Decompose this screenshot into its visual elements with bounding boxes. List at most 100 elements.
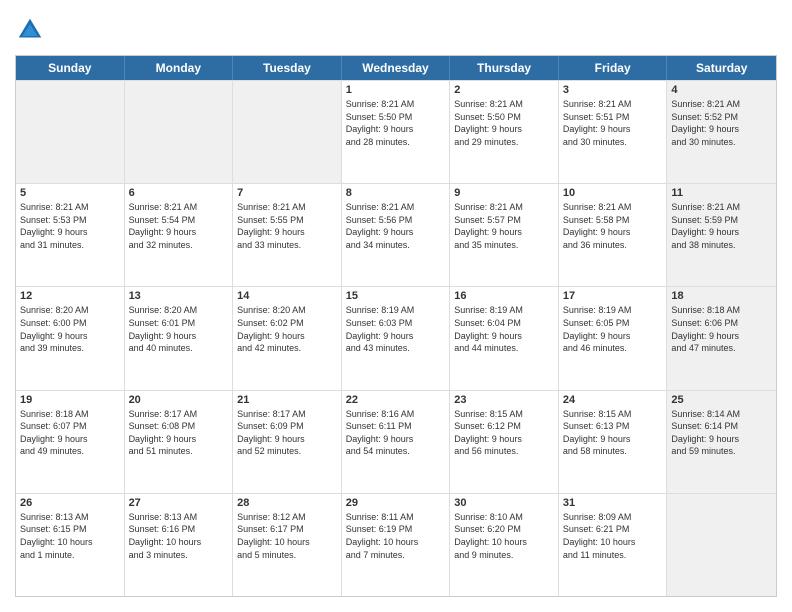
day-cell-4: 4 Sunrise: 8:21 AMSunset: 5:52 PMDaylight… — [667, 81, 776, 183]
day-number: 10 — [563, 187, 663, 199]
header-day-saturday: Saturday — [667, 56, 776, 80]
cell-info: Sunrise: 8:20 AMSunset: 6:00 PMDaylight:… — [20, 304, 120, 354]
day-cell-19: 19Sunrise: 8:18 AMSunset: 6:07 PMDayligh… — [16, 391, 125, 493]
cell-info: Sunrise: 8:21 AMSunset: 5:54 PMDaylight:… — [129, 201, 229, 251]
day-cell-14: 14 Sunrise: 8:20 AMSunset: 6:02 PMDayligh… — [233, 287, 342, 389]
cell-info: Sunrise: 8:12 AMSunset: 6:17 PMDaylight:… — [237, 511, 337, 561]
day-cell-31: 31 Sunrise: 8:09 AMSunset: 6:21 PMDayligh… — [559, 494, 668, 596]
cell-info: Sunrise: 8:21 AMSunset: 5:50 PMDaylight:… — [346, 98, 446, 148]
day-number: 27 — [129, 497, 229, 509]
header-day-thursday: Thursday — [450, 56, 559, 80]
calendar-body: 1 Sunrise: 8:21 AMSunset: 5:50 PMDaylight… — [16, 80, 776, 596]
day-number: 23 — [454, 394, 554, 406]
calendar-row-0: 1 Sunrise: 8:21 AMSunset: 5:50 PMDaylight… — [16, 80, 776, 183]
cell-info: Sunrise: 8:19 AMSunset: 6:05 PMDaylight:… — [563, 304, 663, 354]
day-number: 6 — [129, 187, 229, 199]
day-cell-13: 13 Sunrise: 8:20 AMSunset: 6:01 PMDayligh… — [125, 287, 234, 389]
day-number: 9 — [454, 187, 554, 199]
day-cell-1: 1 Sunrise: 8:21 AMSunset: 5:50 PMDaylight… — [342, 81, 451, 183]
day-number: 16 — [454, 290, 554, 302]
day-cell-16: 16 Sunrise: 8:19 AMSunset: 6:04 PMDayligh… — [450, 287, 559, 389]
header-day-friday: Friday — [559, 56, 668, 80]
day-cell-12: 12Sunrise: 8:20 AMSunset: 6:00 PMDayligh… — [16, 287, 125, 389]
cell-info: Sunrise: 8:21 AMSunset: 5:59 PMDaylight:… — [671, 201, 772, 251]
day-number: 18 — [671, 290, 772, 302]
day-cell-3: 3 Sunrise: 8:21 AMSunset: 5:51 PMDaylight… — [559, 81, 668, 183]
day-number: 15 — [346, 290, 446, 302]
day-number: 3 — [563, 84, 663, 96]
day-cell-17: 17 Sunrise: 8:19 AMSunset: 6:05 PMDayligh… — [559, 287, 668, 389]
cell-info: Sunrise: 8:13 AMSunset: 6:15 PMDaylight:… — [20, 511, 120, 561]
day-number: 13 — [129, 290, 229, 302]
day-cell-23: 23 Sunrise: 8:15 AMSunset: 6:12 PMDayligh… — [450, 391, 559, 493]
calendar-row-4: 26 Sunrise: 8:13 AMSunset: 6:15 PMDayligh… — [16, 493, 776, 596]
cell-info: Sunrise: 8:15 AMSunset: 6:12 PMDaylight:… — [454, 408, 554, 458]
empty-cell-0-0 — [16, 81, 125, 183]
day-number: 5 — [20, 187, 120, 199]
day-number: 21 — [237, 394, 337, 406]
day-cell-20: 20Sunrise: 8:17 AMSunset: 6:08 PMDayligh… — [125, 391, 234, 493]
day-number: 22 — [346, 394, 446, 406]
header-day-sunday: Sunday — [16, 56, 125, 80]
day-cell-21: 21 Sunrise: 8:17 AMSunset: 6:09 PMDayligh… — [233, 391, 342, 493]
cell-info: Sunrise: 8:17 AMSunset: 6:08 PMDaylight:… — [129, 408, 229, 458]
logo — [15, 15, 49, 45]
cell-info: Sunrise: 8:18 AMSunset: 6:07 PMDaylight:… — [20, 408, 120, 458]
cell-info: Sunrise: 8:21 AMSunset: 5:51 PMDaylight:… — [563, 98, 663, 148]
day-number: 25 — [671, 394, 772, 406]
day-cell-10: 10 Sunrise: 8:21 AMSunset: 5:58 PMDayligh… — [559, 184, 668, 286]
cell-info: Sunrise: 8:15 AMSunset: 6:13 PMDaylight:… — [563, 408, 663, 458]
calendar-row-3: 19Sunrise: 8:18 AMSunset: 6:07 PMDayligh… — [16, 390, 776, 493]
cell-info: Sunrise: 8:21 AMSunset: 5:52 PMDaylight:… — [671, 98, 772, 148]
day-number: 11 — [671, 187, 772, 199]
cell-info: Sunrise: 8:19 AMSunset: 6:03 PMDaylight:… — [346, 304, 446, 354]
cell-info: Sunrise: 8:20 AMSunset: 6:02 PMDaylight:… — [237, 304, 337, 354]
day-number: 8 — [346, 187, 446, 199]
header-day-tuesday: Tuesday — [233, 56, 342, 80]
cell-info: Sunrise: 8:10 AMSunset: 6:20 PMDaylight:… — [454, 511, 554, 561]
cell-info: Sunrise: 8:17 AMSunset: 6:09 PMDaylight:… — [237, 408, 337, 458]
cell-info: Sunrise: 8:21 AMSunset: 5:55 PMDaylight:… — [237, 201, 337, 251]
day-cell-24: 24 Sunrise: 8:15 AMSunset: 6:13 PMDayligh… — [559, 391, 668, 493]
cell-info: Sunrise: 8:11 AMSunset: 6:19 PMDaylight:… — [346, 511, 446, 561]
day-cell-15: 15 Sunrise: 8:19 AMSunset: 6:03 PMDayligh… — [342, 287, 451, 389]
day-number: 24 — [563, 394, 663, 406]
day-number: 4 — [671, 84, 772, 96]
day-number: 14 — [237, 290, 337, 302]
cell-info: Sunrise: 8:14 AMSunset: 6:14 PMDaylight:… — [671, 408, 772, 458]
day-number: 1 — [346, 84, 446, 96]
cell-info: Sunrise: 8:16 AMSunset: 6:11 PMDaylight:… — [346, 408, 446, 458]
cell-info: Sunrise: 8:09 AMSunset: 6:21 PMDaylight:… — [563, 511, 663, 561]
cell-info: Sunrise: 8:21 AMSunset: 5:53 PMDaylight:… — [20, 201, 120, 251]
cell-info: Sunrise: 8:21 AMSunset: 5:50 PMDaylight:… — [454, 98, 554, 148]
cell-info: Sunrise: 8:20 AMSunset: 6:01 PMDaylight:… — [129, 304, 229, 354]
empty-cell-0-2 — [233, 81, 342, 183]
day-cell-6: 6 Sunrise: 8:21 AMSunset: 5:54 PMDaylight… — [125, 184, 234, 286]
day-cell-11: 11 Sunrise: 8:21 AMSunset: 5:59 PMDayligh… — [667, 184, 776, 286]
day-cell-7: 7 Sunrise: 8:21 AMSunset: 5:55 PMDaylight… — [233, 184, 342, 286]
day-number: 30 — [454, 497, 554, 509]
header — [15, 15, 777, 45]
day-number: 26 — [20, 497, 120, 509]
cell-info: Sunrise: 8:18 AMSunset: 6:06 PMDaylight:… — [671, 304, 772, 354]
day-cell-29: 29 Sunrise: 8:11 AMSunset: 6:19 PMDayligh… — [342, 494, 451, 596]
day-number: 17 — [563, 290, 663, 302]
day-cell-8: 8Sunrise: 8:21 AMSunset: 5:56 PMDaylight… — [342, 184, 451, 286]
logo-icon — [15, 15, 45, 45]
cell-info: Sunrise: 8:19 AMSunset: 6:04 PMDaylight:… — [454, 304, 554, 354]
cell-info: Sunrise: 8:21 AMSunset: 5:58 PMDaylight:… — [563, 201, 663, 251]
cell-info: Sunrise: 8:21 AMSunset: 5:57 PMDaylight:… — [454, 201, 554, 251]
day-number: 7 — [237, 187, 337, 199]
calendar: SundayMondayTuesdayWednesdayThursdayFrid… — [15, 55, 777, 597]
day-cell-27: 27Sunrise: 8:13 AMSunset: 6:16 PMDayligh… — [125, 494, 234, 596]
day-number: 29 — [346, 497, 446, 509]
day-number: 2 — [454, 84, 554, 96]
header-day-wednesday: Wednesday — [342, 56, 451, 80]
day-cell-22: 22 Sunrise: 8:16 AMSunset: 6:11 PMDayligh… — [342, 391, 451, 493]
day-cell-5: 5 Sunrise: 8:21 AMSunset: 5:53 PMDaylight… — [16, 184, 125, 286]
day-cell-18: 18 Sunrise: 8:18 AMSunset: 6:06 PMDayligh… — [667, 287, 776, 389]
header-day-monday: Monday — [125, 56, 234, 80]
calendar-row-1: 5 Sunrise: 8:21 AMSunset: 5:53 PMDaylight… — [16, 183, 776, 286]
page: SundayMondayTuesdayWednesdayThursdayFrid… — [0, 0, 792, 612]
day-number: 31 — [563, 497, 663, 509]
